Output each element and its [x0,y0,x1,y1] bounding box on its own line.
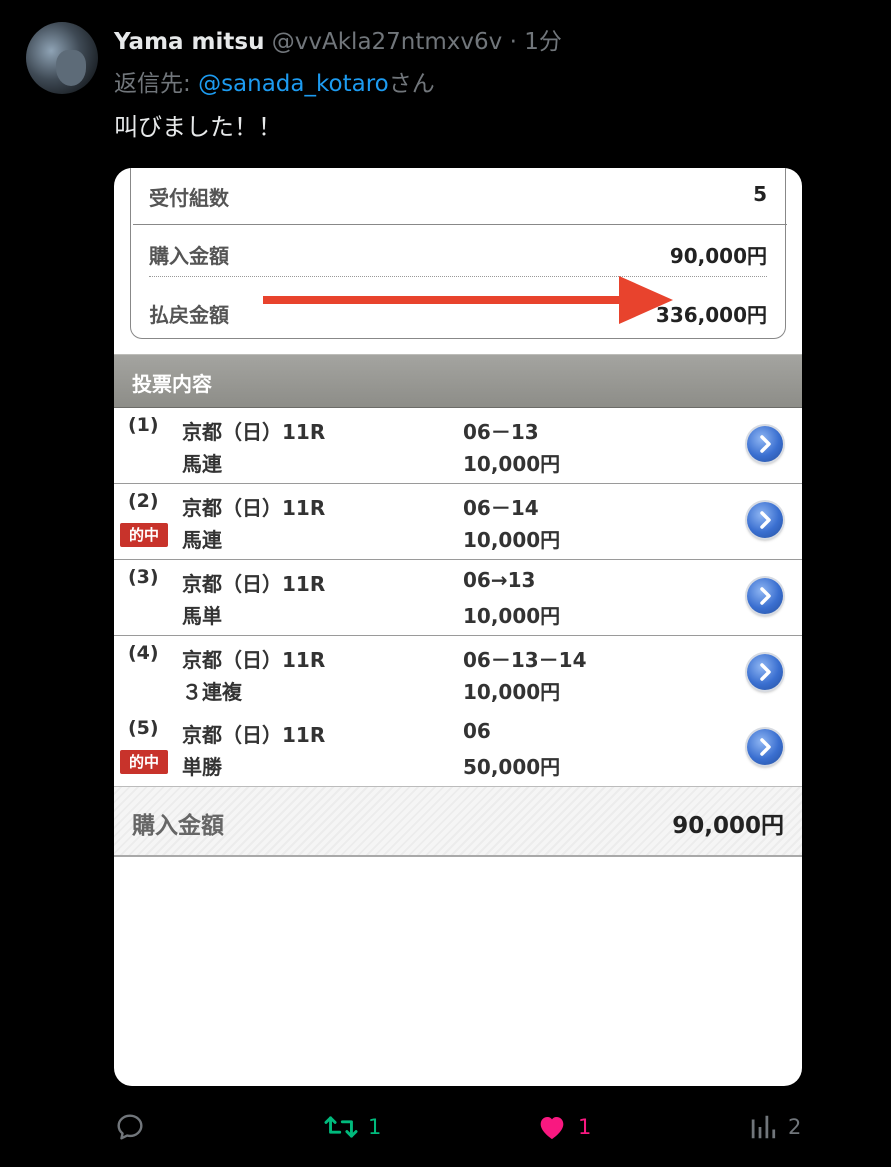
view-count: 2 [788,1115,802,1139]
chevron-right-icon[interactable] [747,654,783,690]
bet-amount: 50,000円 [463,755,561,779]
bet-number: (4) [128,642,159,664]
summary-label: 購入金額 [149,244,229,268]
bet-race: 京都（日）11R [182,572,326,596]
bet-race: 京都（日）11R [182,648,326,672]
hit-badge: 的中 [120,750,168,774]
reply-icon [117,1114,143,1140]
bet-combination: 06－13 [463,420,539,444]
bet-number: (1) [128,414,159,436]
reply-suffix: さん [388,71,435,97]
bet-row[interactable]: (1) 京都（日）11R 馬連 06－13 10,000円 [114,408,802,484]
summary-value: 5 [753,182,767,206]
bet-race: 京都（日）11R [182,723,326,747]
reply-prefix: 返信先: [114,71,199,97]
avatar-figure [56,50,86,86]
retweet-button[interactable]: 1 [324,1110,381,1144]
total-bar: 購入金額 90,000円 [114,786,802,857]
reply-button[interactable] [114,1110,156,1144]
bet-row[interactable]: (4) 京都（日）11R ３連複 06－13－14 10,000円 [114,636,802,712]
bet-type: ３連複 [182,680,242,704]
section-header: 投票内容 [114,354,802,408]
tweet[interactable]: Yama mitsu @vvAkla27ntmxv6v · 1分 返信先: @s… [0,0,891,1167]
bet-amount: 10,000円 [463,604,561,628]
bet-amount: 10,000円 [463,680,561,704]
avatar[interactable] [26,22,98,94]
reply-mention-link[interactable]: @sanada_kotaro [198,71,389,97]
bet-combination: 06－14 [463,496,539,520]
handle-and-time[interactable]: @vvAkla27ntmxv6v · 1分 [272,29,562,55]
total-label: 購入金額 [132,813,224,839]
summary-value: 90,000円 [669,244,767,268]
attached-image[interactable]: 受付組数 5 購入金額 90,000円 払戻金額 336,000円 投票内容 (… [114,168,802,1086]
like-count: 1 [578,1115,592,1139]
chevron-right-icon[interactable] [747,426,783,462]
bet-row[interactable]: (3) 京都（日）11R 馬単 06→13 10,000円 [114,560,802,636]
red-arrow-annotation [263,276,673,324]
bet-row[interactable]: (2) 的中 京都（日）11R 馬連 06－14 10,000円 [114,484,802,560]
bet-combination: 06→13 [463,568,536,592]
bet-type: 馬連 [182,452,222,476]
divider [133,224,787,225]
hit-badge: 的中 [120,523,168,547]
tweet-text: 叫びました！！ [114,113,282,141]
bet-combination: 06 [463,719,491,743]
views-button[interactable]: 2 [748,1110,801,1144]
summary-row-purchase: 購入金額 90,000円 [149,232,767,272]
total-value: 90,000円 [672,813,784,839]
bet-race: 京都（日）11R [182,420,326,444]
chevron-right-icon[interactable] [747,578,783,614]
bet-row[interactable]: (5) 的中 京都（日）11R 単勝 06 50,000円 [114,711,802,787]
tweet-actions: 1 1 2 [0,1104,891,1150]
bet-type: 単勝 [182,755,222,779]
summary-label: 払戻金額 [149,303,229,327]
reply-context: 返信先: @sanada_kotaroさん [114,68,435,100]
bet-number: (5) [128,717,159,739]
bet-number: (2) [128,490,159,512]
summary-label: 受付組数 [149,186,229,210]
bet-type: 馬連 [182,528,222,552]
views-chart-icon [751,1115,776,1139]
bet-race: 京都（日）11R [182,496,326,520]
summary-row-count: 受付組数 5 [133,174,787,225]
like-button[interactable]: 1 [536,1110,591,1144]
bet-type: 馬単 [182,604,222,628]
chevron-right-icon[interactable] [747,729,783,765]
bet-amount: 10,000円 [463,452,561,476]
section-title: 投票内容 [132,372,212,396]
bet-amount: 10,000円 [463,528,561,552]
heart-icon [540,1117,564,1139]
summary-box: 受付組数 5 購入金額 90,000円 払戻金額 336,000円 [130,168,787,339]
chevron-right-icon[interactable] [747,502,783,538]
retweet-count: 1 [368,1115,382,1139]
bet-combination: 06－13－14 [463,648,587,672]
bet-number: (3) [128,566,159,588]
display-name[interactable]: Yama mitsu [114,29,264,55]
retweet-icon [324,1116,358,1138]
tweet-header: Yama mitsu @vvAkla27ntmxv6v · 1分 [114,26,562,58]
